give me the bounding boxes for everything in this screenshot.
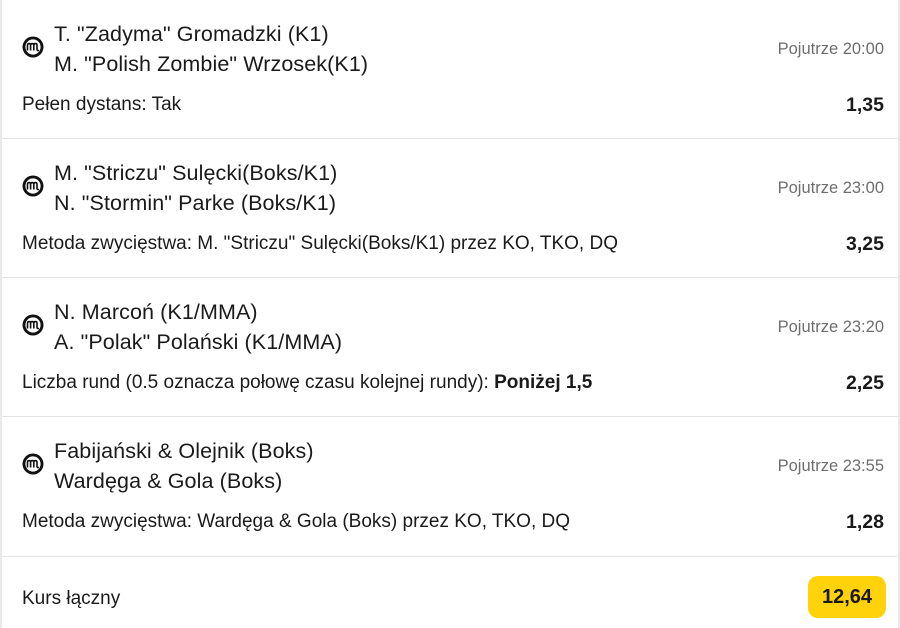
mma-organization-logo-icon (22, 175, 44, 197)
selection-label: M. "Striczu" Sulęcki(Boks/K1) przez KO, … (197, 233, 618, 254)
event-time: Pojutrze 20:00 (777, 40, 884, 58)
bet-event-row[interactable]: Fabijański & Olejnik (Boks) Wardęga & Go… (2, 417, 898, 557)
odds-value: 2,25 (846, 372, 884, 394)
fighter-2-name: N. "Stormin" Parke (Boks/K1) (54, 191, 337, 215)
event-fighters: N. Marcoń (K1/MMA) A. "Polak" Polański (… (54, 297, 342, 357)
selection-label: Wardęga & Gola (Boks) przez KO, TKO, DQ (197, 511, 571, 532)
bet-event-row[interactable]: N. Marcoń (K1/MMA) A. "Polak" Polański (… (2, 278, 898, 417)
market-label: Liczba rund (0.5 oznacza połowę czasu ko… (22, 372, 495, 393)
event-fighters: Fabijański & Olejnik (Boks) Wardęga & Go… (54, 436, 314, 496)
event-fighters: T. "Zadyma" Gromadzki (K1) M. "Polish Zo… (54, 19, 368, 79)
event-time: Pojutrze 23:00 (777, 179, 884, 197)
bet-event-row[interactable]: T. "Zadyma" Gromadzki (K1) M. "Polish Zo… (2, 0, 898, 139)
bet-market: Liczba rund (0.5 oznacza połowę czasu ko… (22, 372, 592, 394)
mma-organization-logo-icon (22, 453, 44, 475)
odds-value: 3,25 (846, 233, 884, 255)
selection-label: Poniżej 1,5 (494, 372, 593, 393)
mma-organization-logo-icon (22, 36, 44, 58)
total-odds-label: Kurs łączny (22, 588, 121, 609)
market-label: Pełen dystans: (22, 94, 152, 115)
odds-value: 1,28 (846, 511, 884, 533)
event-time: Pojutrze 23:20 (777, 318, 884, 336)
odds-value: 1,35 (846, 94, 884, 116)
market-label: Metoda zwycięstwa: (22, 511, 198, 532)
mma-organization-logo-icon (22, 314, 44, 336)
total-odds-badge: 12,64 (808, 576, 886, 618)
selection-label: Tak (151, 94, 182, 115)
bet-market: Metoda zwycięstwa: M. "Striczu" Sulęcki(… (22, 233, 618, 255)
bet-market: Pełen dystans: Tak (22, 94, 181, 116)
fighter-1-name: N. Marcoń (K1/MMA) (54, 300, 258, 324)
bet-event-row[interactable]: M. "Striczu" Sulęcki(Boks/K1) N. "Stormi… (2, 139, 898, 278)
fighter-1-name: Fabijański & Olejnik (Boks) (54, 439, 314, 463)
fighter-1-name: T. "Zadyma" Gromadzki (K1) (54, 22, 329, 46)
fighter-1-name: M. "Striczu" Sulęcki(Boks/K1) (54, 161, 338, 185)
market-label: Metoda zwycięstwa: (22, 233, 198, 254)
betslip-card: T. "Zadyma" Gromadzki (K1) M. "Polish Zo… (2, 0, 898, 628)
bet-market: Metoda zwycięstwa: Wardęga & Gola (Boks)… (22, 511, 570, 533)
event-fighters: M. "Striczu" Sulęcki(Boks/K1) N. "Stormi… (54, 158, 337, 218)
total-odds-row: Kurs łączny 12,64 (2, 557, 898, 628)
fighter-2-name: Wardęga & Gola (Boks) (54, 469, 283, 493)
event-time: Pojutrze 23:55 (777, 457, 884, 475)
fighter-2-name: M. "Polish Zombie" Wrzosek(K1) (54, 52, 369, 76)
fighter-2-name: A. "Polak" Polański (K1/MMA) (54, 330, 343, 354)
